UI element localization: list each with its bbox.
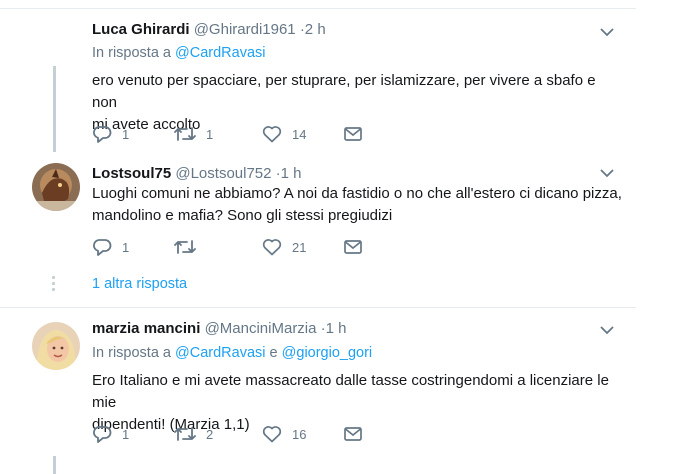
chevron-down-icon[interactable] xyxy=(600,325,614,335)
retweet-button[interactable] xyxy=(174,237,206,257)
tweet-header: Lostsoul75 @Lostsoul752 ·1 h xyxy=(92,165,302,183)
author-handle[interactable]: @Ghirardi1961 ·2 h xyxy=(194,21,326,38)
reply-button[interactable]: 1 xyxy=(92,124,129,144)
author-handle[interactable]: @Lostsoul752 ·1 h xyxy=(175,165,301,182)
mention-joiner: e xyxy=(269,345,278,361)
retweet-icon xyxy=(174,127,196,141)
author-name[interactable]: marzia mancini xyxy=(92,320,200,337)
like-count: 21 xyxy=(292,239,307,255)
dm-icon xyxy=(344,240,362,254)
tweet-divider xyxy=(0,307,636,308)
reply-icon xyxy=(93,426,112,443)
mention-link[interactable]: @CardRavasi xyxy=(175,45,265,61)
retweet-icon xyxy=(174,240,196,254)
more-replies-link[interactable]: 1 altra risposta xyxy=(92,276,187,292)
tweet-text-line: ero venuto per spacciare, per stuprare, … xyxy=(92,72,596,111)
dm-button[interactable] xyxy=(344,124,362,144)
dm-button[interactable] xyxy=(344,424,362,444)
like-button[interactable]: 21 xyxy=(262,237,306,257)
tweet-header: Luca Ghirardi @Ghirardi1961 ·2 h xyxy=(92,21,326,39)
mention-link[interactable]: @CardRavasi xyxy=(175,345,265,361)
reply-button[interactable]: 1 xyxy=(92,424,129,444)
like-button[interactable]: 16 xyxy=(262,424,306,444)
reply-icon xyxy=(93,239,112,256)
chevron-down-icon[interactable] xyxy=(600,168,614,178)
reply-count: 1 xyxy=(122,239,130,255)
thread-line xyxy=(53,66,56,152)
retweet-count: 2 xyxy=(206,426,214,442)
retweet-count: 1 xyxy=(206,126,214,142)
dm-icon xyxy=(344,427,362,441)
reply-prefix: In risposta a xyxy=(92,45,171,61)
reply-context: In risposta a @CardRavasi e @giorgio_gor… xyxy=(92,345,372,361)
like-icon xyxy=(262,126,282,143)
like-icon xyxy=(262,239,282,256)
reply-count: 1 xyxy=(122,126,130,142)
like-button[interactable]: 14 xyxy=(262,124,306,144)
retweet-button[interactable]: 2 xyxy=(174,424,213,444)
author-name[interactable]: Lostsoul75 xyxy=(92,165,171,182)
like-count: 16 xyxy=(292,426,307,442)
dm-icon xyxy=(344,127,362,141)
tweet-text-line: Ero Italiano e mi avete massacreato dall… xyxy=(92,372,609,411)
avatar[interactable] xyxy=(32,163,80,211)
author-name[interactable]: Luca Ghirardi xyxy=(92,21,190,38)
reply-icon xyxy=(93,126,112,143)
reply-button[interactable]: 1 xyxy=(92,237,129,257)
like-icon xyxy=(262,426,282,443)
retweet-button[interactable]: 1 xyxy=(174,124,213,144)
tweet-text-line: mandolino e mafia? Sono gli stessi pregi… xyxy=(92,207,393,224)
tweet-header: marzia mancini @ManciniMarzia ·1 h xyxy=(92,320,347,338)
thread-line xyxy=(53,456,56,474)
tweet-text: Luoghi comuni ne abbiamo? A noi da fasti… xyxy=(92,183,622,227)
retweet-icon xyxy=(174,427,196,441)
avatar[interactable] xyxy=(32,322,80,370)
tweet-text-line: Luoghi comuni ne abbiamo? A noi da fasti… xyxy=(92,185,622,202)
author-handle[interactable]: @ManciniMarzia ·1 h xyxy=(205,320,347,337)
reply-context: In risposta a @CardRavasi xyxy=(92,45,266,61)
top-divider xyxy=(0,8,636,9)
reply-count: 1 xyxy=(122,426,130,442)
dm-button[interactable] xyxy=(344,237,362,257)
chevron-down-icon[interactable] xyxy=(600,27,614,37)
reply-prefix: In risposta a xyxy=(92,345,171,361)
thread-dots xyxy=(51,276,56,294)
like-count: 14 xyxy=(292,126,307,142)
mention-link[interactable]: @giorgio_gori xyxy=(282,345,373,361)
